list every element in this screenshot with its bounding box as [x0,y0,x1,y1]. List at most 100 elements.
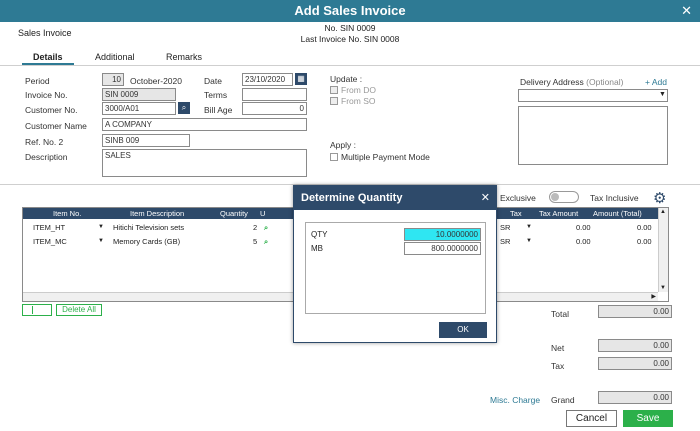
row-tax-amount: 0.00 [576,237,591,246]
net-value: 0.00 [598,339,672,352]
col-uom[interactable]: U [260,209,265,218]
invoice-number-line: No. SIN 0009 [324,23,376,33]
qty-input[interactable]: 10.0000000 [404,228,481,241]
customer-no-input[interactable]: 3000/A01 [102,102,176,115]
ok-button[interactable]: OK [439,322,487,338]
ref-no-label: Ref. No. 2 [25,137,64,147]
row-item-description: Memory Cards (GB) [113,237,181,246]
search-icon[interactable]: ⌕ [264,223,268,233]
chevron-down-icon[interactable]: ▼ [98,224,104,230]
title-bar: Add Sales Invoice ✕ [0,0,700,22]
delivery-address-textarea[interactable] [518,106,668,165]
from-do-label: From DO [341,85,376,95]
tax-toggle-switch[interactable] [549,191,579,203]
description-input[interactable]: SALES [102,149,307,177]
tab-details[interactable]: Details [33,52,63,62]
col-item-description[interactable]: Item Description [130,209,184,218]
description-label: Description [25,152,68,162]
date-label: Date [204,76,222,86]
period-text: October-2020 [130,76,182,86]
period-input[interactable]: 10 [102,73,124,86]
customer-name-label: Customer Name [25,121,87,131]
tab-remarks[interactable]: Remarks [166,52,202,62]
net-label: Net [551,343,565,353]
add-address-link[interactable]: + Add [645,77,667,87]
terms-input[interactable] [242,88,307,101]
row-nav-box[interactable] [22,304,52,316]
col-tax[interactable]: Tax [510,209,522,218]
total-value: 0.00 [598,305,672,318]
row-tax-amount: 0.00 [576,223,591,232]
delivery-address-label: Delivery Address (Optional) [520,77,624,87]
apply-label: Apply : [330,140,356,150]
row-item-description: Hitichi Television sets [113,223,185,232]
search-icon[interactable]: ⌕ [178,102,190,114]
period-label: Period [25,76,50,86]
tab-additional[interactable]: Additional [95,52,135,62]
last-invoice-line: Last Invoice No. SIN 0008 [300,34,400,44]
update-label: Update : [330,74,363,84]
misc-charge-link[interactable]: Misc. Charge [490,395,540,405]
delete-all-button[interactable]: Delete All [56,304,102,316]
col-quantity[interactable]: Quantity [220,209,248,218]
grand-label: Grand [551,395,575,405]
row-amount: 0.00 [637,237,652,246]
from-do-checkbox[interactable] [330,86,338,94]
total-label: Total [551,309,569,319]
terms-label: Terms [204,90,228,100]
grand-value: 0.00 [598,391,672,404]
row-item-no: ITEM_MC [33,237,67,246]
scroll-right-icon[interactable]: ▶ [651,293,656,300]
mb-input[interactable]: 800.0000000 [404,242,481,255]
bill-age-label: Bill Age [204,105,233,115]
col-tax-amount[interactable]: Tax Amount [539,209,578,218]
chevron-down-icon[interactable]: ▼ [526,238,532,244]
tax-inclusive-label: Tax Inclusive [590,193,639,203]
ref-no-input[interactable]: SINB 009 [102,134,190,147]
tax-label: Tax [551,361,565,371]
row-quantity: 2 [253,223,258,232]
from-so-checkbox[interactable] [330,97,338,105]
invoice-no-label: Invoice No. [25,90,68,100]
cancel-button[interactable]: Cancel [566,410,617,427]
invoice-no-input[interactable]: SIN 0009 [102,88,176,101]
col-amount-total[interactable]: Amount (Total) [593,209,642,218]
toggle-knob [551,193,559,201]
date-input[interactable]: 23/10/2020 [242,73,293,86]
chevron-down-icon[interactable]: ▼ [526,224,532,230]
close-icon[interactable]: ✕ [481,191,490,204]
calendar-icon[interactable]: ▦ [295,73,307,85]
chevron-down-icon[interactable]: ▼ [659,91,666,98]
dialog-header: Determine Quantity ✕ [294,186,496,210]
tab-separator [0,65,700,66]
window-title: Add Sales Invoice [294,3,406,18]
row-tax: SR [500,223,511,232]
qty-label: QTY [311,230,328,239]
scroll-down-icon[interactable]: ▼ [660,285,666,291]
grid-scrollbar[interactable]: ▲ ▼ [658,208,668,292]
row-amount: 0.00 [637,223,652,232]
tax-exclusive-label: Exclusive [500,193,536,203]
customer-no-label: Customer No. [25,105,78,115]
dialog-title: Determine Quantity [301,192,403,204]
row-tax: SR [500,237,511,246]
bill-age-input[interactable]: 0 [242,102,307,115]
chevron-down-icon[interactable]: ▼ [98,238,104,244]
search-icon[interactable]: ⌕ [264,237,268,247]
multiple-payment-label: Multiple Payment Mode [341,152,430,162]
row-item-no: ITEM_HT [33,223,66,232]
row-quantity: 5 [253,237,258,246]
row-nav-divider [32,306,33,314]
close-icon[interactable]: ✕ [681,3,692,19]
save-button[interactable]: Save [623,410,673,427]
multiple-payment-checkbox[interactable] [330,153,338,161]
customer-name-input[interactable]: A COMPANY [102,118,307,131]
from-so-label: From SO [341,96,376,106]
col-item-no[interactable]: Item No. [53,209,81,218]
gear-icon[interactable]: ⚙ [653,189,666,207]
delivery-address-select[interactable] [518,89,668,102]
scroll-up-icon[interactable]: ▲ [660,209,666,215]
tax-value: 0.00 [598,357,672,370]
determine-quantity-dialog: Determine Quantity ✕ QTY 10.0000000 MB 8… [293,185,497,343]
mb-label: MB [311,244,323,253]
